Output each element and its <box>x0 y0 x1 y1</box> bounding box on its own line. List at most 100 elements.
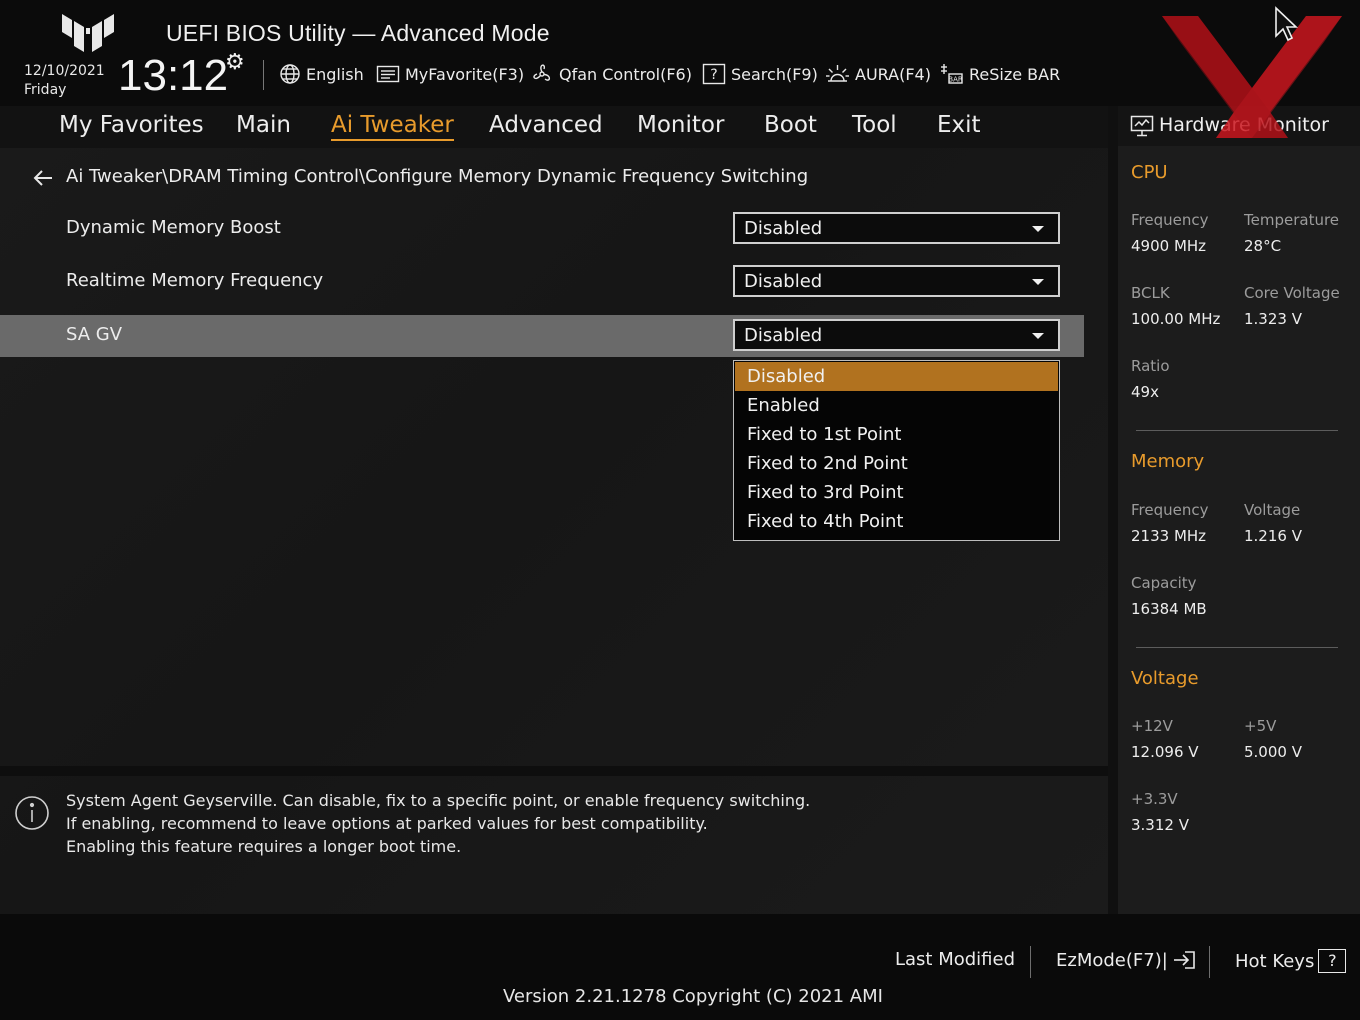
footer-divider <box>1209 946 1210 978</box>
aura-icon <box>826 65 849 82</box>
tab-my-favorites[interactable]: My Favorites <box>59 112 204 138</box>
xx-watermark-logo <box>1162 16 1342 138</box>
memory-frequency-label: Frequency <box>1131 501 1209 519</box>
setting-row-dynamic-memory-boost[interactable]: Dynamic Memory Boost Disabled <box>0 208 1084 250</box>
cpu-temperature-value: 28°C <box>1244 237 1282 255</box>
help-text-line: System Agent Geyserville. Can disable, f… <box>66 791 811 810</box>
tab-boot[interactable]: Boot <box>764 112 817 138</box>
tab-ai-tweaker[interactable]: Ai Tweaker <box>331 112 454 141</box>
favorite-icon <box>376 65 400 83</box>
setting-row-sa-gv[interactable]: SA GV Disabled <box>0 315 1084 357</box>
setting-row-realtime-memory-frequency[interactable]: Realtime Memory Frequency Disabled <box>0 261 1084 303</box>
tab-monitor[interactable]: Monitor <box>637 112 724 138</box>
fan-icon <box>533 64 551 81</box>
myfavorite-label: MyFavorite(F3) <box>405 64 525 84</box>
day-display: Friday <box>24 82 67 98</box>
breadcrumb: Ai Tweaker\DRAM Timing Control\Configure… <box>66 166 809 187</box>
top-bar: UEFI BIOS Utility — Advanced Mode 12/10/… <box>0 0 1360 106</box>
sa-gv-dropdown-list: Disabled Enabled Fixed to 1st Point Fixe… <box>733 360 1060 541</box>
qfan-control-button[interactable]: Qfan Control(F6) <box>530 62 692 86</box>
dropdown-option-fixed-4th[interactable]: Fixed to 4th Point <box>735 507 1058 536</box>
aura-label: AURA(F4) <box>855 64 931 84</box>
hot-keys-label: Hot Keys <box>1235 950 1315 972</box>
ratio-label: Ratio <box>1131 357 1170 375</box>
qfan-control-label: Qfan Control(F6) <box>559 64 692 84</box>
cpu-section-title: CPU <box>1131 162 1168 183</box>
exit-arrow-icon <box>1173 951 1195 969</box>
hot-keys-button[interactable]: Hot Keys ? <box>1235 949 1347 973</box>
bios-title: UEFI BIOS Utility — Advanced Mode <box>166 20 550 46</box>
back-arrow-icon[interactable] <box>32 168 54 188</box>
globe-icon <box>280 64 300 84</box>
caret-down-icon <box>1032 279 1044 285</box>
tab-main[interactable]: Main <box>236 112 291 138</box>
footer-bar: Last Modified EzMode(F7)| Hot Keys ? Ver… <box>0 914 1360 1020</box>
info-icon <box>15 796 49 830</box>
v12-label: +12V <box>1131 717 1173 735</box>
question-key-icon: ? <box>1318 949 1347 973</box>
help-text-line: Enabling this feature requires a longer … <box>66 837 462 856</box>
setting-label: Realtime Memory Frequency <box>66 270 324 291</box>
memory-capacity-value: 16384 MB <box>1131 600 1207 618</box>
caret-down-icon <box>1032 333 1044 339</box>
memory-section-title: Memory <box>1131 451 1205 472</box>
setting-label: Dynamic Memory Boost <box>66 217 281 238</box>
setting-label: SA GV <box>66 324 123 345</box>
monitor-icon <box>1130 115 1154 137</box>
language-button[interactable]: English <box>279 62 364 86</box>
select-value: Disabled <box>744 218 823 239</box>
version-text: Version 2.21.1278 Copyright (C) 2021 AMI <box>503 986 883 1007</box>
dropdown-option-enabled[interactable]: Enabled <box>735 391 1058 420</box>
search-label: Search(F9) <box>731 64 818 84</box>
dropdown-option-fixed-2nd[interactable]: Fixed to 2nd Point <box>735 449 1058 478</box>
language-label: English <box>306 64 364 84</box>
memory-capacity-label: Capacity <box>1131 574 1197 592</box>
search-button[interactable]: ? Search(F9) <box>702 62 818 86</box>
voltage-section-title: Voltage <box>1131 668 1199 689</box>
core-voltage-label: Core Voltage <box>1244 284 1340 302</box>
help-divider <box>0 766 1108 776</box>
select-value: Disabled <box>744 325 823 346</box>
memory-voltage-value: 1.216 V <box>1244 527 1302 545</box>
caret-down-icon <box>1032 226 1044 232</box>
memory-frequency-value: 2133 MHz <box>1131 527 1207 545</box>
cpu-frequency-label: Frequency <box>1131 211 1209 229</box>
v33-label: +3.3V <box>1131 790 1178 808</box>
tab-advanced[interactable]: Advanced <box>489 112 603 138</box>
select-value: Disabled <box>744 271 823 292</box>
dropdown-option-disabled[interactable]: Disabled <box>735 362 1058 391</box>
ezmode-button[interactable]: EzMode(F7)| <box>1056 949 1197 971</box>
search-help-icon: ? <box>702 63 726 85</box>
hw-divider <box>1136 430 1338 431</box>
bclk-value: 100.00 MHz <box>1131 310 1221 328</box>
realtime-memory-frequency-select[interactable]: Disabled <box>733 265 1060 297</box>
dropdown-option-fixed-1st[interactable]: Fixed to 1st Point <box>735 420 1058 449</box>
tab-exit[interactable]: Exit <box>937 112 981 138</box>
v5-label: +5V <box>1244 717 1277 735</box>
sa-gv-select[interactable]: Disabled <box>733 319 1060 351</box>
time-settings-gear-icon[interactable]: ⚙ <box>225 52 245 74</box>
dropdown-option-fixed-3rd[interactable]: Fixed to 3rd Point <box>735 478 1058 507</box>
ezmode-label: EzMode(F7)| <box>1056 949 1168 971</box>
time-display: 13:12 <box>118 51 229 100</box>
dynamic-memory-boost-select[interactable]: Disabled <box>733 212 1060 244</box>
last-modified-button[interactable]: Last Modified <box>895 949 1015 970</box>
aura-button[interactable]: AURA(F4) <box>825 62 931 86</box>
help-text-line: If enabling, recommend to leave options … <box>66 814 708 833</box>
myfavorite-button[interactable]: MyFavorite(F3) <box>376 62 524 86</box>
footer-divider <box>1030 946 1031 978</box>
tuf-logo <box>62 14 114 52</box>
hardware-monitor-panel: Hardware Monitor CPU Frequency 4900 MHz … <box>1118 106 1360 914</box>
tab-tool[interactable]: Tool <box>852 112 897 138</box>
resize-bar-button[interactable]: BAR ReSize BAR <box>940 62 1060 86</box>
mouse-cursor-icon <box>1275 6 1298 42</box>
bclk-label: BCLK <box>1131 284 1170 302</box>
hw-divider <box>1136 647 1338 648</box>
ratio-value: 49x <box>1131 383 1159 401</box>
svg-text:BAR: BAR <box>948 76 963 84</box>
date-display: 12/10/2021 <box>24 63 105 79</box>
memory-voltage-label: Voltage <box>1244 501 1301 519</box>
toolbar-divider <box>263 60 264 90</box>
svg-text:?: ? <box>710 67 717 83</box>
v33-value: 3.312 V <box>1131 816 1189 834</box>
